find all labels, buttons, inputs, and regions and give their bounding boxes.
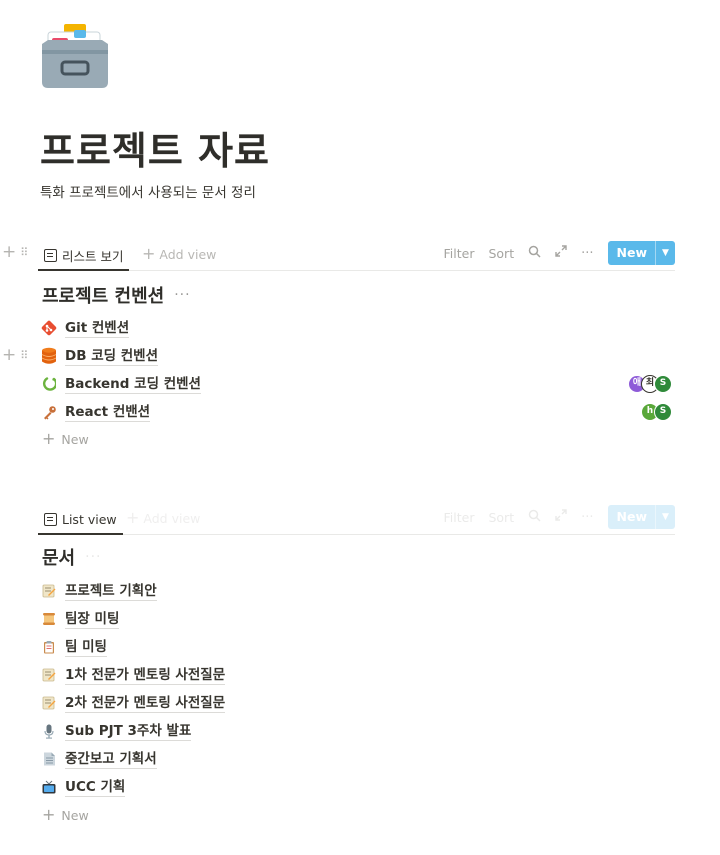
expand-icon[interactable] (555, 245, 567, 261)
new-button-label: New (616, 245, 648, 260)
sort-button[interactable]: Sort (488, 510, 514, 525)
page-title: 프로젝트 자료 (40, 129, 270, 173)
avatar[interactable]: S (654, 375, 672, 393)
list-item-label: 프로젝트 기획안 (65, 582, 157, 601)
database-title-more-icon[interactable]: ··· (85, 549, 101, 565)
tab-list-view[interactable]: List view (38, 506, 123, 535)
spring-leaf-icon (40, 375, 58, 393)
list-item[interactable]: 팀 미팅 (40, 633, 676, 661)
list-view-icon (44, 249, 57, 262)
plus-icon: + (42, 805, 56, 824)
add-view-button[interactable]: + Add view (126, 510, 200, 526)
view-bar: 리스트 보기 + Add view Filter Sort ··· New ▼ (38, 238, 675, 271)
document-icon (40, 750, 58, 768)
list-item[interactable]: + ⠿ DB 코딩 컨벤션 (2, 342, 676, 370)
clipboard-icon (40, 638, 58, 656)
add-view-button[interactable]: + Add view (142, 246, 216, 262)
memo-icon (40, 694, 58, 712)
add-row-label: New (61, 431, 89, 447)
search-icon[interactable] (528, 245, 541, 262)
expand-icon[interactable] (555, 509, 567, 525)
tab-list-view[interactable]: 리스트 보기 (38, 242, 130, 271)
list-item[interactable]: Sub PJT 3주차 발표 (40, 717, 676, 745)
new-button[interactable]: New ▼ (607, 505, 675, 529)
drag-handle-icon[interactable]: ⠿ (20, 350, 28, 361)
row-handles[interactable]: + ⠿ (2, 347, 28, 364)
list-item-label: 1차 전문가 멘토링 사전질문 (65, 666, 226, 685)
list-item-label: DB 코딩 컨벤션 (65, 347, 158, 366)
list-item[interactable]: 프로젝트 기획안 (40, 577, 676, 605)
memo-icon (40, 582, 58, 600)
list-item-label: 중간보고 기획서 (65, 750, 157, 769)
filter-button[interactable]: Filter (444, 246, 475, 261)
list-item-label: 2차 전문가 멘토링 사전질문 (65, 694, 226, 713)
list-item[interactable]: 1차 전문가 멘토링 사전질문 (40, 661, 676, 689)
add-row-label: New (61, 807, 89, 823)
view-tools: Filter Sort ··· New ▼ (444, 505, 675, 529)
list-item-label: Sub PJT 3주차 발표 (65, 722, 192, 741)
key-icon (40, 403, 58, 421)
database-title-more-icon[interactable]: ··· (174, 287, 190, 303)
list-item-label: 팀 미팅 (65, 638, 107, 657)
more-options-icon[interactable]: ··· (581, 246, 593, 261)
more-options-icon[interactable]: ··· (581, 510, 593, 525)
view-bar: List view + Add view Filter Sort ··· New… (38, 502, 675, 535)
list-item-label: UCC 기획 (65, 778, 126, 797)
chevron-down-icon[interactable]: ▼ (655, 505, 675, 529)
chevron-down-icon[interactable]: ▼ (655, 241, 675, 265)
new-button[interactable]: New ▼ (607, 241, 675, 265)
add-row-button[interactable]: + New (42, 431, 89, 447)
database-title-text: 문서 (42, 548, 76, 569)
sort-button[interactable]: Sort (488, 246, 514, 261)
view-tools: Filter Sort ··· New ▼ (444, 241, 675, 265)
list-item[interactable]: Git 컨벤션 (40, 314, 676, 342)
add-block-icon[interactable]: + (2, 244, 16, 261)
microphone-icon (40, 722, 58, 740)
block-handles[interactable]: + ⠿ (2, 244, 28, 261)
database-title[interactable]: 프로젝트 컨벤션 ··· (42, 282, 191, 308)
list-item[interactable]: 중간보고 기획서 (40, 745, 676, 773)
add-view-label: Add view (159, 246, 217, 262)
avatar-group: h S (641, 403, 672, 421)
list-item-label: React 컨밴션 (65, 403, 151, 422)
new-button-label: New (616, 509, 648, 524)
plus-icon: + (142, 244, 156, 263)
list-item[interactable]: React 컨밴션 h S (40, 398, 676, 426)
add-view-label: Add view (143, 510, 201, 526)
list-item[interactable]: UCC 기획 (40, 773, 676, 801)
memo-icon (40, 666, 58, 684)
list-item[interactable]: 팀장 미팅 (40, 605, 676, 633)
page-description: 특화 프로젝트에서 사용되는 문서 정리 (40, 185, 256, 201)
list-item-label: 팀장 미팅 (65, 610, 120, 629)
avatar-group: 애 최 S (628, 375, 672, 393)
avatar[interactable]: S (654, 403, 672, 421)
television-icon (40, 778, 58, 796)
scroll-icon (40, 610, 58, 628)
list-view-icon (44, 513, 57, 526)
list-item[interactable]: 2차 전문가 멘토링 사전질문 (40, 689, 676, 717)
plus-icon: + (42, 429, 56, 448)
git-icon (40, 319, 58, 337)
database-title-text: 프로젝트 컨벤션 (42, 286, 165, 307)
tab-label: List view (62, 512, 117, 527)
list-item-label: Git 컨벤션 (65, 319, 130, 338)
plus-icon: + (126, 508, 140, 527)
search-icon[interactable] (528, 509, 541, 526)
database-icon (40, 347, 58, 365)
add-block-icon[interactable]: + (2, 347, 16, 364)
tab-label: 리스트 보기 (62, 249, 124, 264)
add-row-button[interactable]: + New (42, 807, 89, 823)
card-file-box-icon[interactable] (40, 22, 110, 90)
filter-button[interactable]: Filter (444, 510, 475, 525)
list-item[interactable]: Backend 코딩 컨벤션 애 최 S (40, 370, 676, 398)
list-item-label: Backend 코딩 컨벤션 (65, 375, 201, 394)
drag-handle-icon[interactable]: ⠿ (20, 247, 28, 258)
database-title[interactable]: 문서 ··· (42, 544, 101, 570)
